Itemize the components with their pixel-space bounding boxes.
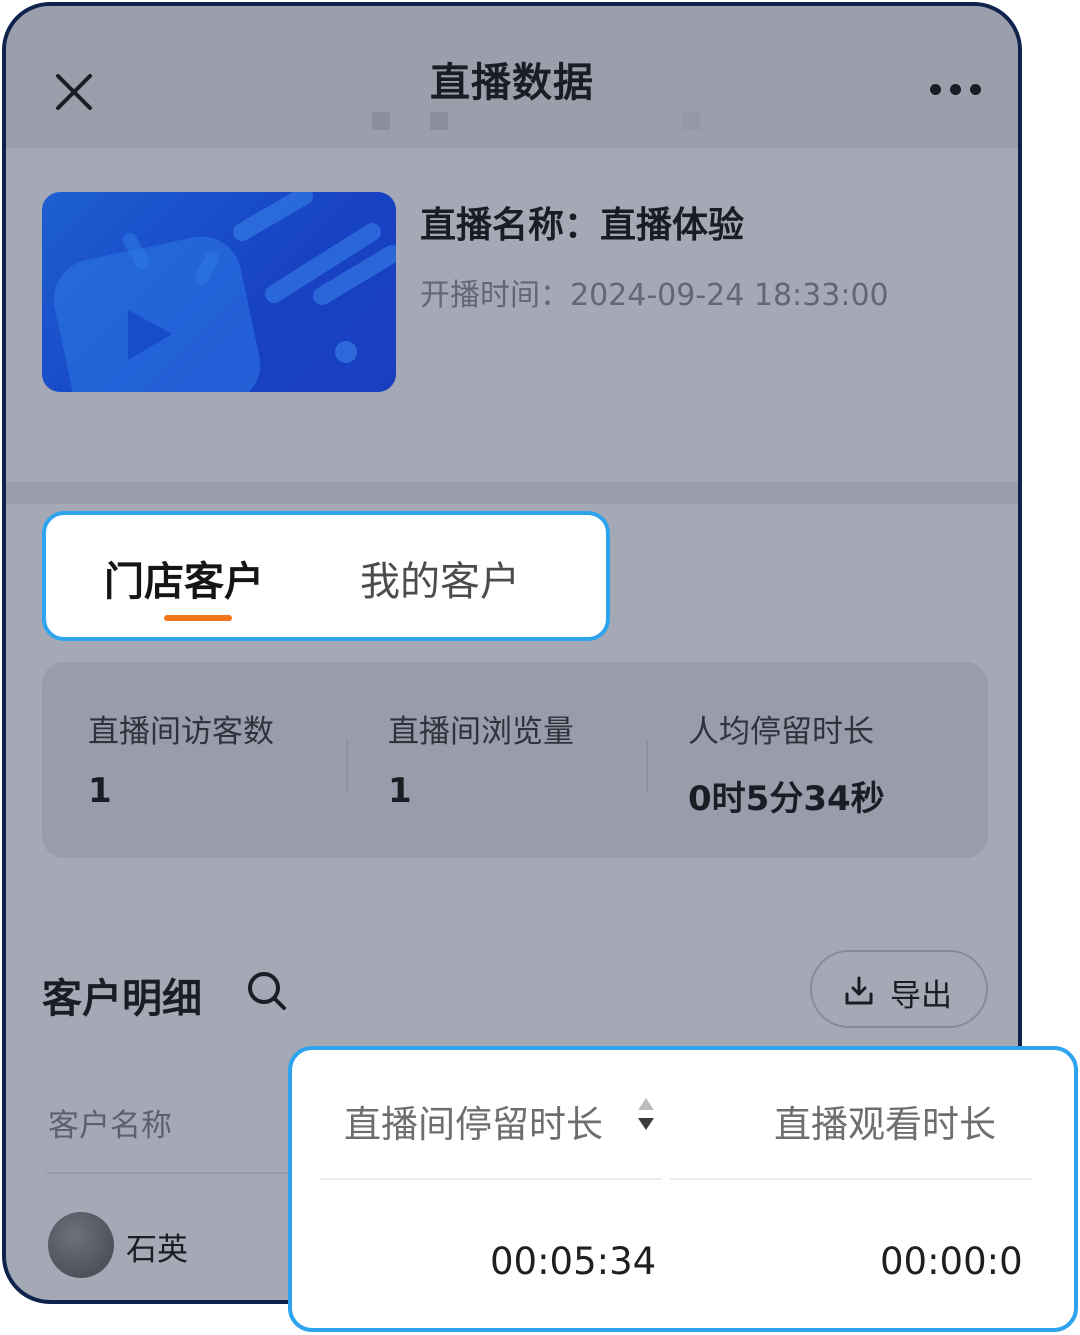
stat-value: 1 xyxy=(88,771,112,811)
watch-duration-value: 00:00:0 xyxy=(880,1240,1023,1283)
customer-name[interactable]: 石英 xyxy=(126,1224,188,1269)
stat-divider xyxy=(346,740,348,792)
download-icon xyxy=(845,976,873,1005)
column-header-stay-duration[interactable]: 直播间停留时长 xyxy=(344,1094,603,1148)
header-divider xyxy=(320,1178,662,1180)
stat-page-views: 直播间浏览量 1 xyxy=(388,706,574,811)
stat-label: 人均停留时长 xyxy=(688,714,874,750)
live-name: 直播名称：直播体验 xyxy=(420,205,745,246)
live-thumbnail xyxy=(42,192,396,392)
stat-label: 直播间访客数 xyxy=(88,714,274,750)
avatar xyxy=(48,1212,114,1278)
stat-visitors: 直播间访客数 1 xyxy=(88,706,274,811)
stay-duration-value: 00:05:34 xyxy=(490,1240,657,1283)
stat-value: 0时5分34秒 xyxy=(688,779,885,819)
customer-tabs: 门店客户 我的客户 xyxy=(42,511,610,641)
sort-icon[interactable] xyxy=(634,1094,658,1134)
page-indicator-dots xyxy=(372,112,702,134)
section-divider xyxy=(6,482,1018,504)
page-title: 直播数据 xyxy=(430,60,594,106)
play-video-icon xyxy=(53,192,396,392)
stat-label: 直播间浏览量 xyxy=(388,714,574,750)
stat-divider xyxy=(646,740,648,792)
navigation-bar: 直播数据 xyxy=(6,6,1018,148)
tab-my-customers[interactable]: 我的客户 xyxy=(360,549,520,607)
column-header-watch-duration[interactable]: 直播观看时长 xyxy=(774,1094,996,1148)
duration-columns-highlight: 直播间停留时长 直播观看时长 00:05:34 00:00:0 xyxy=(288,1046,1078,1332)
export-label: 导出 xyxy=(890,978,952,1014)
stats-card: 直播间访客数 1 直播间浏览量 1 人均停留时长 0时5分34秒 xyxy=(42,662,988,858)
more-icon[interactable] xyxy=(930,84,982,100)
tab-store-customers[interactable]: 门店客户 xyxy=(104,549,264,607)
live-start-time: 开播时间：2024-09-24 18:33:00 xyxy=(420,278,889,313)
stat-value: 1 xyxy=(388,771,412,811)
stat-avg-stay: 人均停留时长 0时5分34秒 xyxy=(688,706,885,820)
header-divider xyxy=(670,1178,1032,1180)
column-header-customer-name: 客户名称 xyxy=(48,1108,172,1144)
customer-detail-title: 客户明细 xyxy=(42,976,202,1022)
search-icon[interactable] xyxy=(244,968,290,1014)
export-button[interactable]: 导出 xyxy=(810,950,988,1028)
active-tab-indicator xyxy=(164,615,232,621)
